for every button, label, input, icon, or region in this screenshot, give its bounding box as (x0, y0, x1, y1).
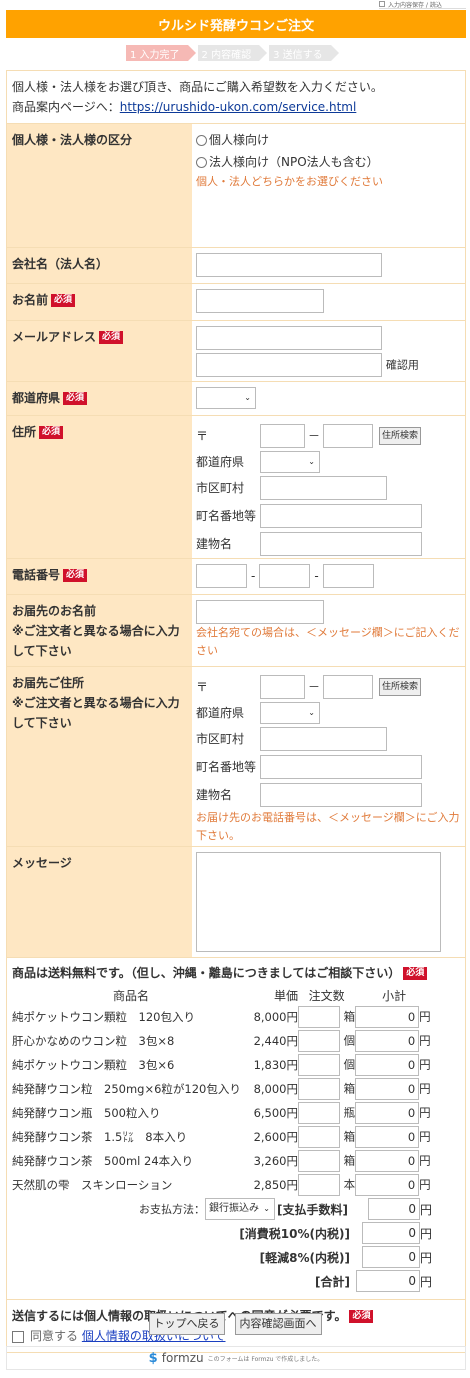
ship-building-input[interactable] (260, 783, 422, 807)
email-confirm-input[interactable] (196, 353, 382, 377)
required-badge: 必須 (403, 967, 428, 980)
subtotal-field: 0 (355, 1006, 420, 1028)
row-message: メッセージ (7, 847, 465, 958)
table-row: 肝心かなめのウコン粒 3包×8 2,440円 個0円 (12, 1029, 433, 1053)
products-table: 商品名 単価 注文数 小計 純ポケットウコン顆粒 120包入り 8,000円 箱0… (12, 985, 433, 1197)
qty-input[interactable] (298, 1126, 340, 1148)
step-3: 3 送信する (269, 45, 339, 61)
postal-input-2[interactable] (323, 424, 374, 448)
formzu-logo-icon: $ (148, 1350, 158, 1366)
subtotal-field: 0 (355, 1102, 420, 1124)
address-prefecture-select[interactable]: ⌄ (260, 451, 320, 473)
required-badge: 必須 (63, 392, 88, 405)
subtotal-field: 0 (355, 1126, 420, 1148)
chevron-down-icon: ⌄ (244, 393, 251, 402)
order-form: 個人様・法人様をお選び頂き、商品にご購入希望数を入力ください。 商品案内ページへ… (6, 70, 466, 1353)
tax10-field: 0 (361, 1222, 420, 1244)
form-title: ウルシド発酵ウコンご注文 (6, 10, 466, 38)
qty-input[interactable] (298, 1054, 340, 1076)
ship-name-input[interactable] (196, 600, 324, 624)
subtotal-field: 0 (355, 1150, 420, 1172)
ship-street-input[interactable] (260, 755, 422, 779)
footer: $ formzu このフォームは Formzu で作成しました。 (6, 1346, 466, 1370)
required-badge: 必須 (63, 569, 88, 582)
qty-input[interactable] (298, 1030, 340, 1052)
postal-input-1[interactable] (260, 424, 305, 448)
payment-row: お支払方法： 銀行振込み ⌄ [支払手数料] 0 円 (12, 1197, 460, 1221)
row-ship-name: お届先のお名前 ※ご注文者と異なる場合に入力して下さい 会社名宛ての場合は、＜メッ… (7, 595, 465, 667)
back-to-top-button[interactable]: トップへ戻る (148, 1313, 225, 1335)
street-input[interactable] (260, 504, 422, 528)
building-input[interactable] (260, 532, 422, 556)
row-company: 会社名（法人名） (7, 248, 465, 284)
row-prefecture: 都道府県 必須 ⌄ (7, 382, 465, 416)
address-search-button[interactable]: 住所検索 (379, 427, 422, 445)
phone-input-3[interactable] (322, 564, 374, 588)
ship-prefecture-select[interactable]: ⌄ (260, 702, 320, 724)
ship-postal-input-2[interactable] (323, 675, 374, 699)
table-row: 天然肌の雫 スキンローション 2,850円 本0円 (12, 1173, 433, 1197)
tax8-field: 0 (361, 1246, 420, 1268)
qty-input[interactable] (298, 1150, 340, 1172)
qty-input[interactable] (298, 1006, 340, 1028)
intro: 個人様・法人様をお選び頂き、商品にご購入希望数を入力ください。 商品案内ページへ… (7, 71, 465, 124)
products-section: 商品は送料無料です。（但し、沖縄・離島につきましてはご相談下さい） 必須 商品名 … (7, 958, 465, 1300)
save-icon (379, 1, 385, 7)
radio-circle (196, 134, 207, 146)
save-load-link[interactable]: 入力内容保存 / 読込 (379, 0, 466, 9)
row-email: メールアドレス 必須 確認用 (7, 321, 465, 382)
required-badge: 必須 (99, 331, 124, 344)
table-row: 純発酵ウコン粒 250mg×6粒が120包入り 8,000円 箱0円 (12, 1077, 433, 1101)
row-ship-address: お届先ご住所 ※ご注文者と異なる場合に入力して下さい 〒－住所検索 都道府県 ⌄ 市… (7, 667, 465, 847)
ship-postal-input-1[interactable] (260, 675, 305, 699)
ship-address-search-button[interactable]: 住所検索 (379, 678, 422, 696)
row-name: お名前 必須 (7, 284, 465, 321)
fee-field: 0 (367, 1198, 420, 1220)
company-input[interactable] (196, 253, 382, 277)
radio-circle (196, 156, 207, 168)
table-row: 純発酵ウコン茶 1.5㍑ 8本入り 2,600円 箱0円 (12, 1125, 433, 1149)
chevron-down-icon: ⌄ (308, 708, 315, 717)
ship-city-input[interactable] (260, 727, 387, 751)
row-phone: 電話番号 必須 -- (7, 559, 465, 595)
progress-steps: 1 入力完了 2 内容確認 3 送信する (126, 45, 339, 61)
step-2: 2 内容確認 (197, 45, 267, 61)
city-input[interactable] (260, 476, 387, 500)
subtotal-field: 0 (355, 1030, 420, 1052)
table-row: 純発酵ウコン瓶 500粒入り 6,500円 瓶0円 (12, 1101, 433, 1125)
total-field: 0 (355, 1270, 420, 1292)
required-badge: 必須 (39, 426, 64, 439)
subtotal-field: 0 (355, 1054, 420, 1076)
subtotal-field: 0 (355, 1174, 420, 1196)
email-input[interactable] (196, 326, 382, 350)
form-buttons: トップへ戻る 内容確認画面へ (0, 1313, 470, 1335)
total-row: [合計] 0 円 (12, 1269, 460, 1293)
service-link[interactable]: https://urushido-ukon.com/service.html (120, 100, 357, 114)
radio-individual[interactable]: 個人様向け (196, 129, 461, 151)
radio-corporate[interactable]: 法人様向け（NPO法人も含む） (196, 151, 461, 173)
subtotal-field: 0 (355, 1078, 420, 1100)
required-badge: 必須 (51, 294, 76, 307)
table-row: 純ポケットウコン顆粒 120包入り 8,000円 箱0円 (12, 1005, 433, 1029)
row-address: 住所 必須 〒－住所検索 都道府県 ⌄ 市区町村 町名番地等 建物名 (7, 416, 465, 559)
qty-input[interactable] (298, 1174, 340, 1196)
table-row: 純発酵ウコン茶 500ml 24本入り 3,260円 箱0円 (12, 1149, 433, 1173)
phone-input-2[interactable] (259, 564, 311, 588)
qty-input[interactable] (298, 1078, 340, 1100)
tax10-row: [消費税10%(内税)] 0 円 (12, 1221, 460, 1245)
confirm-button[interactable]: 内容確認画面へ (234, 1313, 322, 1335)
table-row: 純ポケットウコン顆粒 3包×6 1,830円 個0円 (12, 1053, 433, 1077)
phone-input-1[interactable] (196, 564, 247, 588)
qty-input[interactable] (298, 1102, 340, 1124)
name-input[interactable] (196, 289, 324, 313)
message-textarea[interactable] (196, 852, 441, 952)
row-category: 個人様・法人様の区分 個人様向け 法人様向け（NPO法人も含む） 個人・法人どち… (7, 124, 465, 248)
prefecture-select[interactable]: ⌄ (196, 387, 256, 409)
chevron-down-icon: ⌄ (308, 457, 315, 466)
chevron-down-icon: ⌄ (263, 1204, 270, 1213)
tax8-row: [軽減8%(内税)] 0 円 (12, 1245, 460, 1269)
payment-select[interactable]: 銀行振込み ⌄ (205, 1198, 275, 1220)
step-1: 1 入力完了 (126, 45, 196, 61)
